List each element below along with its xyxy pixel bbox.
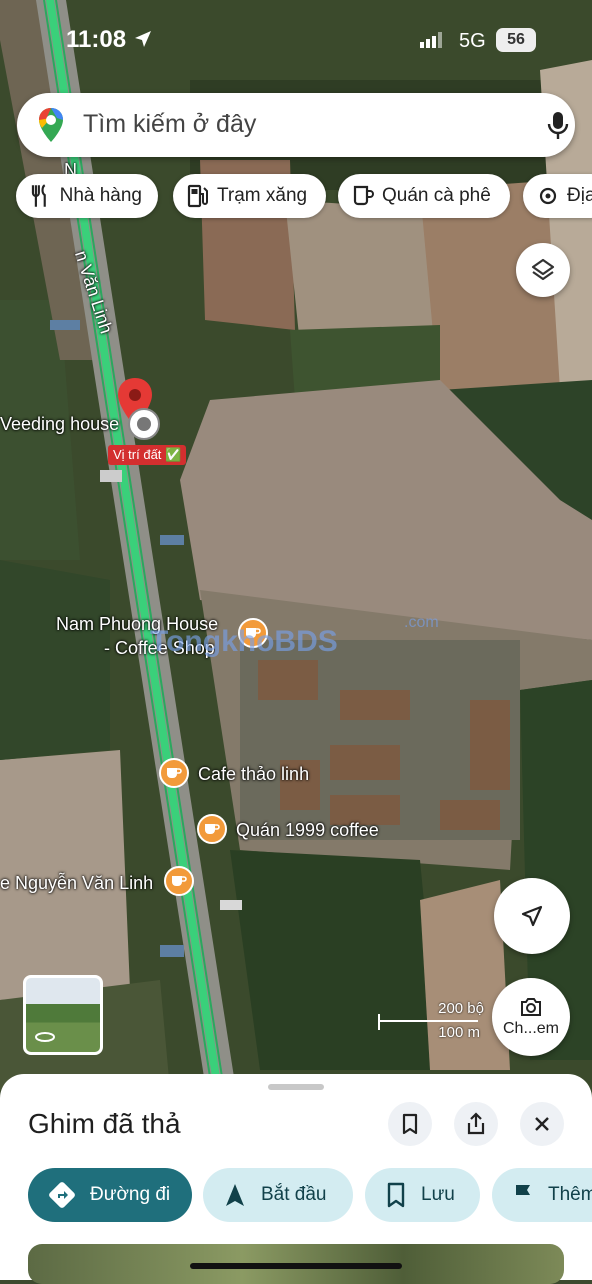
restaurant-icon — [31, 184, 46, 207]
network-type: 5G — [459, 30, 486, 52]
street-view-thumbnail[interactable] — [23, 975, 103, 1055]
signal-icon — [420, 32, 442, 48]
sheet-title: Ghim đã thả — [28, 1108, 181, 1139]
chip-attractions[interactable]: Địa — [523, 174, 592, 218]
save-label: Lưu — [421, 1184, 455, 1205]
attractions-icon — [539, 187, 557, 205]
pin-badge: Vị trí đất ✅ — [108, 445, 187, 465]
location-arrow-icon — [135, 31, 151, 47]
coffee-poi-icon[interactable] — [164, 866, 194, 896]
lens-label: Ch...em — [502, 1020, 559, 1037]
status-bar: 11:08 5G 56 — [0, 0, 592, 78]
home-indicator — [190, 1263, 402, 1269]
layers-icon — [531, 258, 555, 281]
navigation-icon — [226, 1184, 244, 1206]
coffee-icon — [353, 185, 374, 206]
close-button[interactable] — [520, 1102, 564, 1146]
directions-icon — [49, 1182, 75, 1208]
bookmark-icon — [387, 1182, 405, 1208]
battery-level: 56 — [496, 28, 536, 52]
scale-label-feet: 200 bộ — [438, 1000, 484, 1017]
coffee-poi-icon[interactable] — [159, 758, 189, 788]
status-time: 11:08 — [66, 26, 127, 53]
add-label-button[interactable]: Thêm — [492, 1168, 592, 1222]
layers-button[interactable] — [516, 243, 570, 297]
map-scale: 200 bộ 100 m — [378, 1000, 488, 1044]
chip-coffee[interactable]: Quán cà phê — [338, 174, 510, 218]
rotate-360-icon — [35, 1032, 55, 1042]
satellite-map[interactable]: N n Văn Linh Veeding house Vị trí đất ✅ … — [0, 0, 592, 1090]
maps-logo-icon — [39, 108, 63, 142]
microphone-icon[interactable] — [547, 111, 569, 141]
watermark: TongkhoBDS — [150, 625, 338, 658]
place-marker-icon[interactable] — [128, 408, 160, 440]
place-label[interactable]: e Nguyễn Văn Linh — [0, 873, 153, 894]
bookmark-icon — [402, 1113, 418, 1135]
search-input[interactable]: Tìm kiếm ở đây — [83, 110, 256, 139]
lens-button[interactable]: Ch...em — [492, 978, 570, 1056]
place-bottom-sheet[interactable]: Ghim đã thả Đường đi Bắt đầu Lưu Thêm — [0, 1074, 592, 1284]
place-label[interactable]: Cafe thảo linh — [198, 764, 309, 785]
chip-restaurants[interactable]: Nhà hàng — [16, 174, 158, 218]
camera-lens-icon — [521, 998, 541, 1016]
navigation-arrow-icon — [521, 905, 543, 927]
start-button[interactable]: Bắt đầu — [203, 1168, 353, 1222]
directions-label: Đường đi — [90, 1184, 171, 1205]
my-location-button[interactable] — [494, 878, 570, 954]
save-button[interactable] — [388, 1102, 432, 1146]
chip-gas-stations[interactable]: Trạm xăng — [173, 174, 326, 218]
search-bar[interactable]: Tìm kiếm ở đây — [17, 93, 575, 157]
share-button[interactable] — [454, 1102, 498, 1146]
share-icon — [467, 1112, 485, 1135]
flag-icon — [516, 1185, 530, 1206]
chip-label: Địa — [567, 185, 592, 206]
coffee-poi-icon[interactable] — [197, 814, 227, 844]
gas-station-icon — [187, 184, 208, 208]
place-label[interactable]: Veeding house — [0, 414, 119, 435]
chip-label: Nhà hàng — [59, 185, 142, 206]
close-icon — [535, 1117, 549, 1131]
watermark-suffix: .com — [404, 614, 439, 631]
save-action-button[interactable]: Lưu — [365, 1168, 480, 1222]
add-label: Thêm — [548, 1184, 592, 1205]
place-label[interactable]: Quán 1999 coffee — [236, 820, 379, 841]
start-label: Bắt đầu — [261, 1184, 327, 1205]
sheet-drag-handle[interactable] — [268, 1084, 324, 1090]
directions-button[interactable]: Đường đi — [28, 1168, 192, 1222]
chip-label: Trạm xăng — [217, 185, 308, 206]
category-chips: Nhà hàng Trạm xăng Quán cà phê Địa — [16, 174, 592, 220]
scale-label-meters: 100 m — [438, 1024, 480, 1041]
chip-label: Quán cà phê — [382, 185, 491, 206]
